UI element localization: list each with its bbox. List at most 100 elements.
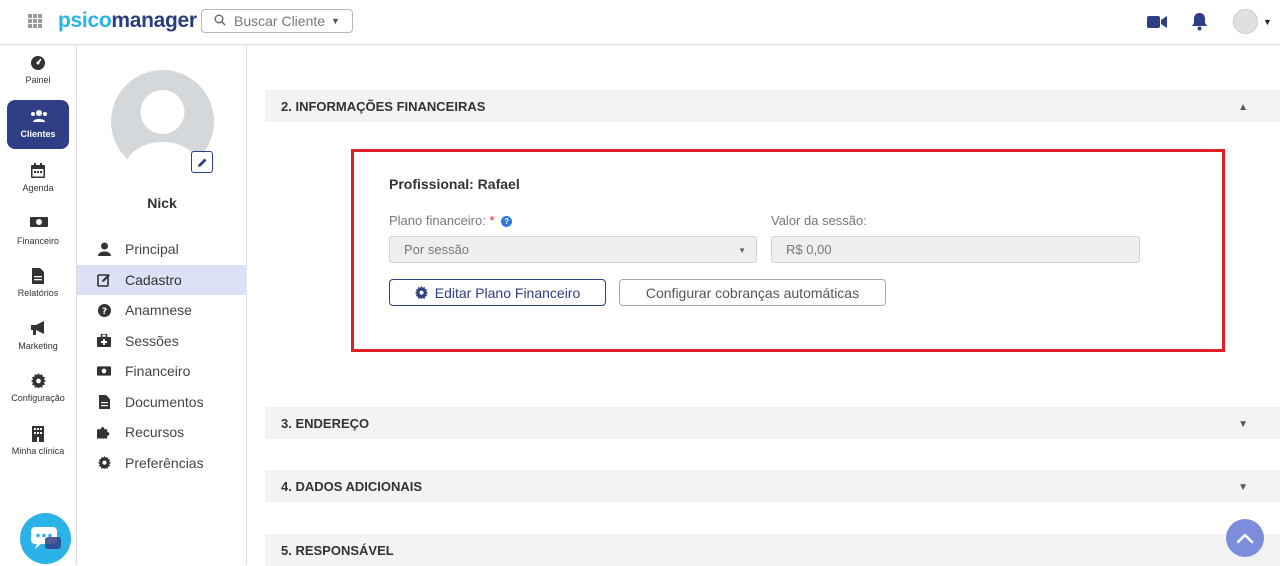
menu-label: Financeiro [125,363,191,380]
nav-label: Relatórios [17,288,59,298]
money-icon [97,364,111,378]
chevron-up-icon [1236,533,1254,544]
edit-photo-button[interactable] [191,151,213,173]
document-icon [97,394,111,409]
chevron-down-icon[interactable]: ▼ [1263,17,1272,27]
bell-icon[interactable] [1191,12,1208,36]
menu-label: Documentos [125,393,204,410]
logo-text-part2: manager [111,9,197,32]
plan-label: Plano financeiro: * ? [389,213,513,228]
menu-item-documentos[interactable]: Documentos [77,387,247,418]
nav-configuracao[interactable]: Configuração [0,373,76,403]
nav-painel[interactable]: Painel [0,55,76,85]
search-icon [214,13,226,29]
top-bar: psicomanager Buscar Cliente ▼ ▼ [0,0,1280,45]
chevron-down-icon: ▼ [331,16,340,26]
nav-minha-clinica[interactable]: Minha clínica [0,426,76,456]
nav-label: Marketing [18,341,58,351]
gear-icon [97,456,111,470]
nav-label: Agenda [22,183,54,193]
menu-item-financeiro[interactable]: Financeiro [77,356,247,387]
menu-item-recursos[interactable]: Recursos [77,417,247,448]
scroll-to-top-button[interactable] [1226,519,1264,557]
button-label: Configurar cobranças automáticas [645,284,860,301]
app-logo[interactable]: psicomanager [58,9,197,33]
section-title: 4. DADOS ADICIONAIS [281,478,423,494]
menu-item-sessoes[interactable]: Sessões [77,326,247,357]
nav-label: Minha clínica [11,446,65,456]
menu-item-cadastro[interactable]: Cadastro [77,264,247,295]
money-icon [30,216,48,232]
chevron-down-icon[interactable]: ▼ [1238,482,1248,493]
section-financial-header[interactable]: 2. INFORMAÇÕES FINANCEIRAS ▲ [265,90,1280,122]
section-address-header[interactable]: 3. ENDEREÇO ▼ [265,407,1280,439]
menu-label: Sessões [125,332,179,349]
user-avatar[interactable] [1233,9,1258,34]
financial-info-panel: Profissional: Rafael Plano financeiro: *… [351,149,1225,352]
help-icon[interactable]: ? [501,216,513,227]
main-nav-rail: Painel Clientes Agenda Financeiro Relató… [0,45,77,565]
session-value: R$ 0,00 [786,242,832,257]
required-marker: * [489,213,495,228]
chevron-up-icon[interactable]: ▲ [1238,102,1248,113]
chevron-down-icon: ▼ [738,246,746,255]
profile-menu: Principal Cadastro ? Anamnese Sessões Fi… [77,234,247,478]
chat-icon [30,526,61,549]
session-value-label: Valor da sessão: [771,213,867,228]
plan-select-value: Por sessão [404,242,470,257]
menu-label: Anamnese [125,302,192,319]
svg-text:?: ? [101,307,106,317]
menu-item-anamnese[interactable]: ? Anamnese [77,295,247,326]
video-camera-icon[interactable] [1147,15,1167,34]
main-content: 2. INFORMAÇÕES FINANCEIRAS ▲ Profissiona… [248,45,1280,566]
report-file-icon [30,268,46,284]
configure-auto-billing-button[interactable]: Configurar cobranças automáticas [619,279,886,306]
calendar-icon [30,163,46,179]
section-title: 2. INFORMAÇÕES FINANCEIRAS [281,98,486,114]
nav-label: Painel [25,75,51,85]
client-name: Nick [147,195,177,211]
dashboard-gauge-icon [30,55,46,71]
megaphone-icon [30,321,46,337]
menu-label: Principal [125,241,179,258]
pencil-icon [197,158,206,167]
edit-icon [97,273,111,287]
client-search-dropdown[interactable]: Buscar Cliente ▼ [201,9,353,33]
puzzle-icon [97,425,111,439]
apps-grid-icon[interactable] [28,14,42,28]
search-label: Buscar Cliente [234,13,326,29]
session-value-field[interactable]: R$ 0,00 [771,236,1140,263]
nav-relatorios[interactable]: Relatórios [0,268,76,298]
menu-label: Cadastro [125,271,182,288]
section-title: 3. ENDEREÇO [281,415,370,431]
section-responsible-header[interactable]: 5. RESPONSÁVEL [265,534,1280,566]
menu-label: Recursos [125,424,185,441]
nav-label: Financeiro [16,236,60,246]
client-profile-panel: Nick Principal Cadastro ? Anamnese Sessõ… [77,45,247,565]
button-label: Editar Plano Financeiro [434,284,581,301]
nav-clientes[interactable]: Clientes [7,100,69,149]
user-icon [97,242,111,257]
nav-label: Clientes [20,129,56,139]
gear-icon [414,286,428,299]
professional-title: Profissional: Rafael [389,176,520,192]
plan-label-text: Plano financeiro: [389,213,486,228]
section-additional-header[interactable]: 4. DADOS ADICIONAIS ▼ [265,470,1280,502]
menu-item-preferencias[interactable]: Preferências [77,448,247,479]
edit-financial-plan-button[interactable]: Editar Plano Financeiro [389,279,606,306]
users-icon [30,109,47,125]
nav-label: Configuração [11,393,65,403]
chevron-down-icon[interactable]: ▼ [1238,419,1248,430]
menu-item-principal[interactable]: Principal [77,234,247,265]
nav-financeiro[interactable]: Financeiro [0,216,76,246]
chat-support-button[interactable] [20,513,71,564]
question-circle-icon: ? [97,303,111,317]
plan-select[interactable]: Por sessão ▼ [389,236,757,263]
building-icon [30,426,46,442]
section-title: 5. RESPONSÁVEL [281,542,394,558]
briefcase-medical-icon [97,334,111,348]
logo-text-part1: psico [58,9,112,32]
nav-agenda[interactable]: Agenda [0,163,76,193]
gear-icon [30,373,46,389]
nav-marketing[interactable]: Marketing [0,321,76,351]
